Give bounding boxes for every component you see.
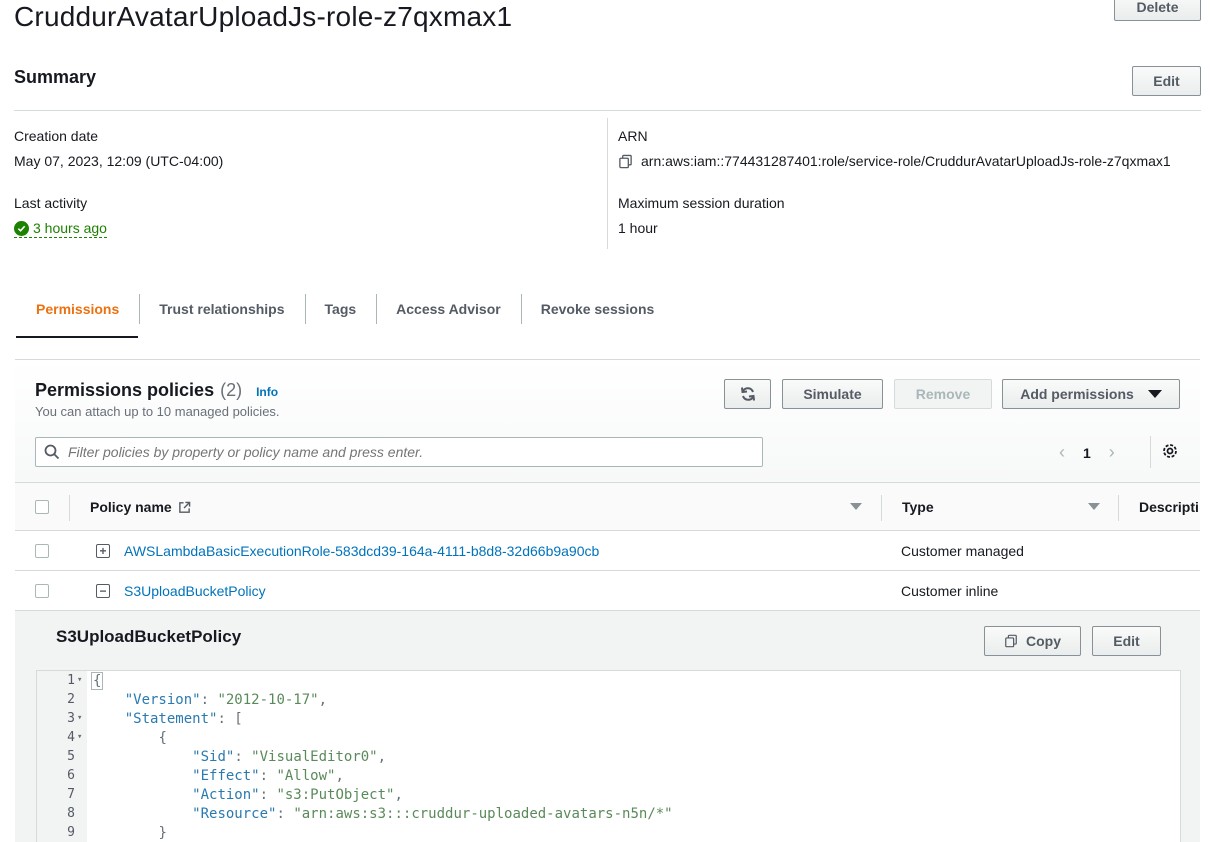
prev-page-icon[interactable]: ‹ <box>1059 442 1065 463</box>
delete-button[interactable]: Delete <box>1114 0 1201 21</box>
column-description[interactable]: Descripti <box>1139 499 1199 515</box>
tab-tags[interactable]: Tags <box>304 290 377 328</box>
policy-link[interactable]: AWSLambdaBasicExecutionRole-583dcd39-164… <box>124 543 599 559</box>
add-permissions-button[interactable]: Add permissions <box>1002 379 1180 409</box>
page-title: CruddurAvatarUploadJs-role-z7qxmax1 <box>14 1 513 32</box>
permissions-count: (2) <box>220 380 243 400</box>
table-row: − S3UploadBucketPolicy Customer inline <box>15 571 1200 611</box>
last-activity-value[interactable]: 3 hours ago <box>14 220 107 238</box>
filter-search <box>35 437 763 467</box>
column-policy-name[interactable]: Policy name <box>90 499 191 515</box>
simulate-button[interactable]: Simulate <box>782 379 883 409</box>
select-all-checkbox[interactable] <box>35 500 49 514</box>
pager-divider <box>1150 436 1151 468</box>
policy-link[interactable]: S3UploadBucketPolicy <box>124 583 266 599</box>
last-activity-label: Last activity <box>14 195 88 211</box>
row-checkbox[interactable] <box>35 544 49 558</box>
sort-policy-name-icon[interactable] <box>850 503 862 510</box>
code-line: 8 "Resource": "arn:aws:s3:::cruddur-uplo… <box>67 806 673 822</box>
expand-icon[interactable]: + <box>96 544 110 558</box>
active-tab-underline <box>16 336 138 338</box>
refresh-icon <box>740 387 755 401</box>
caret-down-icon <box>1147 390 1162 398</box>
fold-icon[interactable]: ▾ <box>77 713 82 723</box>
summary-edit-button[interactable]: Edit <box>1132 66 1201 96</box>
summary-title: Summary <box>14 67 97 87</box>
search-icon <box>44 444 60 460</box>
tab-access-advisor[interactable]: Access Advisor <box>376 290 521 328</box>
header-sep <box>881 495 882 521</box>
external-link-icon <box>178 501 191 513</box>
sort-type-icon[interactable] <box>1088 503 1100 510</box>
tab-revoke-sessions[interactable]: Revoke sessions <box>520 290 675 328</box>
code-line: 5 "Sid": "VisualEditor0", <box>67 749 387 765</box>
arn-row: arn:aws:iam::774431287401:role/service-r… <box>618 153 1171 169</box>
code-line: 6 "Effect": "Allow", <box>67 768 344 784</box>
policy-type: Customer inline <box>901 583 999 599</box>
preferences-button[interactable] <box>1161 442 1179 463</box>
fold-icon[interactable]: ▾ <box>77 675 82 685</box>
permissions-description: You can attach up to 10 managed policies… <box>35 404 280 419</box>
add-permissions-label: Add permissions <box>1020 386 1134 402</box>
permissions-title-text: Permissions policies <box>35 380 215 400</box>
copy-icon <box>1005 634 1017 648</box>
policy-detail-title: S3UploadBucketPolicy <box>56 627 242 646</box>
tab-trust-relationships[interactable]: Trust relationships <box>139 290 304 328</box>
pagination: ‹ 1 › <box>1059 442 1115 463</box>
code-line: 7 "Action": "s3:PutObject", <box>67 787 403 803</box>
column-type[interactable]: Type <box>902 499 934 515</box>
copy-policy-button[interactable]: Copy <box>984 626 1081 656</box>
tab-bar: Permissions Trust relationships Tags Acc… <box>16 290 674 338</box>
gear-icon <box>1163 444 1177 458</box>
policy-detail: S3UploadBucketPolicy Copy Edit 1 ▾{ 2 "Ve… <box>15 611 1200 842</box>
code-line: 3 ▾ "Statement": [ <box>67 711 243 727</box>
max-session-value: 1 hour <box>618 220 658 236</box>
code-line: 9 } <box>67 825 167 841</box>
page-number[interactable]: 1 <box>1083 445 1091 461</box>
header-sep <box>69 495 70 521</box>
refresh-button[interactable] <box>724 379 771 409</box>
policy-type: Customer managed <box>901 543 1024 559</box>
creation-date-label: Creation date <box>14 128 99 144</box>
arn-label: ARN <box>618 128 648 144</box>
table-row: + AWSLambdaBasicExecutionRole-583dcd39-1… <box>15 531 1200 571</box>
permissions-panel: Permissions policies (2) Info You can at… <box>15 359 1200 842</box>
remove-button[interactable]: Remove <box>894 379 992 409</box>
header-sep <box>1118 495 1119 521</box>
creation-date-value: May 07, 2023, 12:09 (UTC-04:00) <box>14 153 224 169</box>
summary-rule <box>14 110 1201 111</box>
panel-header: Permissions policies (2) Info You can at… <box>15 360 1200 482</box>
collapse-icon[interactable]: − <box>96 584 110 598</box>
fold-icon[interactable]: ▾ <box>77 732 82 742</box>
filter-input[interactable] <box>68 444 728 460</box>
copy-icon[interactable] <box>618 154 633 169</box>
column-policy-name-label: Policy name <box>90 499 172 515</box>
next-page-icon[interactable]: › <box>1109 442 1115 463</box>
copy-label: Copy <box>1026 633 1061 649</box>
success-check-icon <box>14 220 29 236</box>
edit-policy-button[interactable]: Edit <box>1092 626 1161 656</box>
arn-value: arn:aws:iam::774431287401:role/service-r… <box>641 153 1171 169</box>
row-checkbox[interactable] <box>35 584 49 598</box>
code-line: 2 "Version": "2012-10-17", <box>67 692 328 708</box>
summary-divider <box>607 118 608 249</box>
info-link[interactable]: Info <box>256 385 278 399</box>
table-header: Policy name Type Descripti <box>15 482 1200 531</box>
tab-permissions[interactable]: Permissions <box>16 290 139 328</box>
max-session-label: Maximum session duration <box>618 195 785 211</box>
last-activity-text: 3 hours ago <box>33 220 107 236</box>
code-line: 4 ▾ { <box>67 730 167 746</box>
code-line: 1 ▾{ <box>67 672 104 690</box>
json-editor[interactable]: 1 ▾{ 2 "Version": "2012-10-17", 3 ▾ "State… <box>36 670 1181 842</box>
permissions-title: Permissions policies (2) Info <box>35 380 278 401</box>
